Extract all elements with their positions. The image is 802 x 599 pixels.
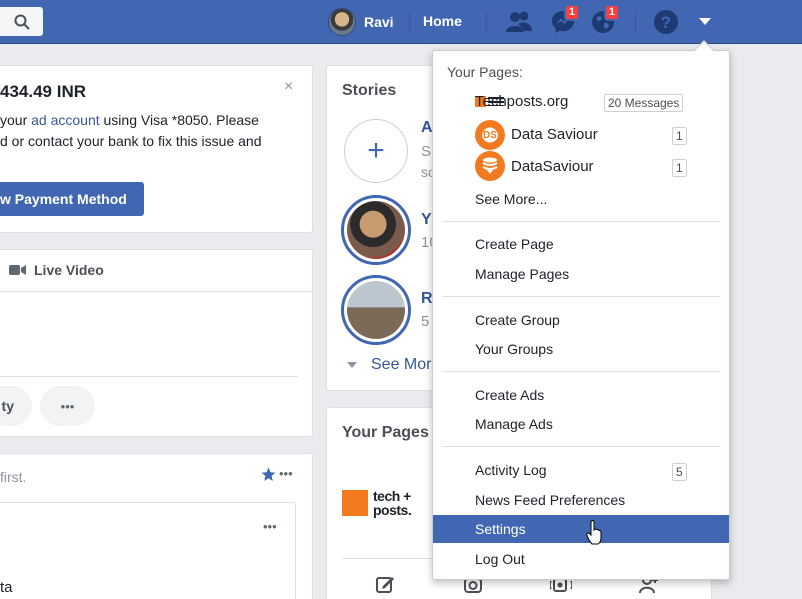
story-photo: [347, 201, 405, 259]
techposts-page-logo[interactable]: tech + posts.: [342, 489, 419, 517]
story-name-fragment[interactable]: R: [421, 290, 433, 308]
menu-page-datasaviour[interactable]: DataSaviour: [511, 158, 594, 175]
techposts-logo-text: tech + posts.: [373, 488, 412, 518]
messages-badge: 1: [563, 4, 580, 21]
divider: [486, 12, 487, 32]
search-button[interactable]: [0, 7, 43, 36]
video-camera-icon: [9, 265, 26, 275]
see-more-label: See Mor: [371, 356, 432, 373]
your-pages-heading: Your Pages:: [447, 64, 523, 80]
your-pages-title: Your Pages: [342, 424, 429, 441]
messages-button[interactable]: 1: [548, 4, 580, 37]
more-options-button[interactable]: •••: [40, 386, 95, 426]
add-payment-method-button[interactable]: w Payment Method: [0, 182, 144, 216]
user-name: Ravi: [364, 14, 394, 30]
notifications-badge: 1: [603, 4, 620, 21]
menu-create-group[interactable]: Create Group: [475, 312, 560, 328]
svg-text:?: ?: [661, 13, 671, 32]
divider: [409, 12, 410, 32]
caret-down-icon: [699, 18, 711, 25]
story-name-fragment[interactable]: Y: [421, 211, 432, 229]
payment-amount: 434.49 INR: [0, 82, 86, 101]
star-icon[interactable]: [261, 467, 276, 485]
menu-log-out[interactable]: Log Out: [475, 551, 525, 567]
menu-page-data-saviour[interactable]: Data Saviour: [511, 126, 598, 143]
story-sub-fragment: S: [421, 143, 432, 160]
payment-text-c: d or contact your bank to fix this issue…: [0, 133, 262, 149]
write-post-icon[interactable]: [375, 574, 395, 597]
home-link[interactable]: Home: [423, 13, 462, 29]
feed-text: first.: [0, 469, 27, 485]
menu-manage-ads[interactable]: Manage Ads: [475, 416, 553, 432]
menu-activity-log[interactable]: Activity Log: [475, 462, 547, 478]
techposts-logo-square: [342, 490, 368, 516]
menu-your-groups[interactable]: Your Groups: [475, 341, 553, 357]
post-card: [0, 502, 296, 599]
menu-divider: [442, 296, 720, 297]
page-notification-count: 1: [672, 159, 687, 177]
ad-account-link[interactable]: ad account: [31, 112, 100, 128]
divider: [635, 12, 636, 32]
post-more-button[interactable]: •••: [263, 519, 277, 534]
menu-manage-pages[interactable]: Manage Pages: [475, 266, 569, 282]
friends-icon: [506, 11, 532, 32]
payment-message: your ad account using Visa *8050. Please…: [0, 110, 285, 152]
friend-requests-button[interactable]: [504, 7, 534, 37]
menu-create-page[interactable]: Create Page: [475, 236, 554, 252]
add-story-button[interactable]: +: [344, 119, 408, 183]
post-text-fragment: ta: [0, 579, 13, 596]
menu-create-ads[interactable]: Create Ads: [475, 387, 544, 403]
page-message-count: 20 Messages: [604, 94, 684, 112]
menu-page-techposts[interactable]: Techposts.org: [475, 93, 568, 110]
hand-cursor-icon: [586, 519, 602, 549]
data-saviour-page-icon: DS: [475, 120, 505, 150]
profile-link[interactable]: Ravi: [328, 6, 394, 38]
plus-icon: +: [367, 134, 385, 167]
stories-title: Stories: [342, 82, 397, 99]
account-menu-button[interactable]: [690, 7, 720, 37]
search-icon: [14, 14, 30, 30]
story-photo: [347, 281, 405, 339]
quick-help-button[interactable]: ?: [651, 7, 681, 37]
help-icon: ?: [654, 10, 678, 34]
caret-down-icon: [347, 361, 357, 368]
payment-text-b: using Visa *8050. Please: [103, 112, 259, 128]
story-avatar[interactable]: [341, 275, 411, 345]
top-navigation-bar: Ravi Home 1 1 ?: [0, 0, 802, 44]
close-icon[interactable]: ×: [284, 78, 293, 96]
page-notification-count: 1: [672, 127, 687, 145]
avatar: [328, 8, 356, 36]
menu-see-more[interactable]: See More...: [475, 191, 547, 207]
menu-divider: [442, 446, 720, 447]
live-video-label: Live Video: [34, 262, 104, 278]
menu-news-feed-preferences[interactable]: News Feed Preferences: [475, 492, 625, 508]
menu-divider: [442, 221, 720, 222]
activity-chip-label: ty: [1, 398, 14, 414]
stories-see-more[interactable]: See Mor: [347, 356, 431, 374]
live-video-tab[interactable]: Live Video: [9, 262, 104, 278]
divider: [0, 291, 312, 292]
notifications-button[interactable]: 1: [588, 4, 620, 37]
divider: [0, 376, 298, 377]
datasaviour-page-icon: [475, 151, 505, 181]
feed-more-button[interactable]: •••: [279, 466, 293, 481]
menu-settings[interactable]: Settings: [475, 521, 526, 537]
story-title-fragment: A: [421, 119, 433, 136]
story-time-fragment: 5: [421, 313, 430, 330]
story-avatar[interactable]: [341, 195, 411, 265]
menu-divider: [442, 371, 720, 372]
activity-log-count: 5: [672, 463, 687, 481]
payment-text-a: your: [0, 112, 28, 128]
